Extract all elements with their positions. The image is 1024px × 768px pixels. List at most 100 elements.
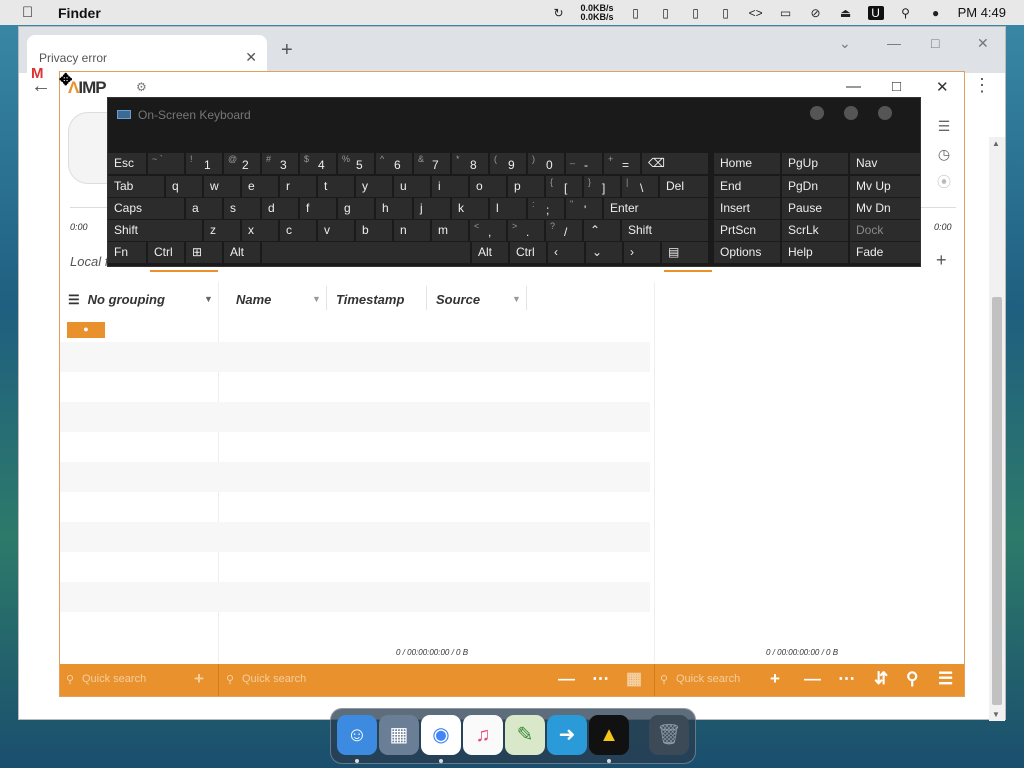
osk-maximize-icon[interactable] [844,106,858,120]
osk-close-icon[interactable] [878,106,892,120]
key-y[interactable]: y [356,176,392,197]
key-comma[interactable]: <, [470,220,506,241]
table-row[interactable] [60,402,650,432]
key-b[interactable]: b [356,220,392,241]
quick-search-input-1[interactable]: Quick search [82,673,146,685]
key-quote[interactable]: " ' [566,198,602,219]
radio-icon[interactable]: ⦿ [934,168,954,196]
trash-icon[interactable]: 🗑 [649,715,689,755]
key-slash[interactable]: ? / [546,220,582,241]
display-icon[interactable]: ▭ [778,6,794,20]
arrow-up-icon[interactable]: ⌃ [584,220,620,241]
more-menu-icon[interactable]: ⋮ [973,75,991,96]
key-0[interactable]: ) 0 [528,153,564,174]
key-end[interactable]: End [714,176,780,197]
key-space[interactable] [262,242,470,263]
grid-icon[interactable]: ▦ [626,669,642,689]
pane-divider-right[interactable] [654,282,655,662]
key-d[interactable]: d [262,198,298,219]
key-bracket-right[interactable]: }] [584,176,620,197]
key-tilde[interactable]: ~ ` [148,153,184,174]
equalizer-icon[interactable]: ☰ [934,112,954,140]
column-timestamp[interactable]: Timestamp [336,292,404,307]
key-caps[interactable]: Caps [108,198,184,219]
filter-icon[interactable]: ▼ [512,294,521,304]
scroll-thumb[interactable] [992,297,1002,705]
sort-icon[interactable]: ⇵ [874,669,888,689]
key-m[interactable]: m [432,220,468,241]
key-7[interactable]: & 7 [414,153,450,174]
close-tab-icon[interactable]: ✕ [245,49,257,66]
aimp-icon[interactable]: ▲ [589,715,629,755]
filter-icon[interactable]: ▼ [312,294,321,304]
refresh-icon[interactable]: ↻ [551,6,567,20]
key-ctrl-right[interactable]: Ctrl [510,242,546,263]
chevron-down-icon[interactable]: ▼ [204,294,213,304]
key-e[interactable]: e [242,176,278,197]
gear-icon[interactable]: ⚙ [136,80,147,94]
chrome-icon[interactable]: ◉ [421,715,461,755]
maximize-icon[interactable]: □ [931,35,939,51]
add-icon[interactable]: + [194,669,204,689]
key-6[interactable]: ^ 6 [376,153,412,174]
key-fade[interactable]: Fade [850,242,920,263]
key-backslash[interactable]: | \ [622,176,658,197]
arrow-down-icon[interactable]: ⌄ [586,242,622,263]
key-insert[interactable]: Insert [714,198,780,219]
key-h[interactable]: h [376,198,412,219]
aimp-minimize-icon[interactable]: — [846,78,861,95]
key-pause[interactable]: Pause [782,198,848,219]
table-row[interactable] [60,522,650,552]
sdcard-icon[interactable]: ▯ [658,6,674,20]
key-del[interactable]: Del [660,176,708,197]
key-8[interactable]: * 8 [452,153,488,174]
table-row[interactable] [60,432,650,462]
key-pgup[interactable]: PgUp [782,153,848,174]
osk-minimize-icon[interactable] [810,106,824,120]
backspace-icon[interactable]: ⌫ [642,153,708,174]
key-nav[interactable]: Nav [850,153,920,174]
menu-key-icon[interactable]: ▤ [662,242,708,263]
apple-icon[interactable]:  [22,4,42,21]
clock[interactable]: PM 4:49 [958,5,1006,20]
table-row[interactable] [60,372,650,402]
key-r[interactable]: r [280,176,316,197]
key-home[interactable]: Home [714,153,780,174]
control-center-icon[interactable]: ● [928,6,944,20]
column-divider[interactable] [326,286,327,310]
tab-privacy-error[interactable]: Privacy error ✕ [27,35,267,73]
grouping-selector[interactable]: ☰ No grouping ▼ [68,292,213,308]
table-row[interactable] [60,552,650,582]
key-minus[interactable]: _ - [566,153,602,174]
table-row[interactable] [60,462,650,492]
tab-local-files[interactable]: Local f [70,254,108,269]
key-1[interactable]: ! 1 [186,153,222,174]
key-5[interactable]: % 5 [338,153,374,174]
column-divider[interactable] [426,286,427,310]
phone-icon[interactable]: ▯ [688,6,704,20]
arrow-right-icon[interactable]: › [624,242,660,263]
clock-icon[interactable]: ◷ [934,140,954,168]
key-g[interactable]: g [338,198,374,219]
minimize-icon[interactable]: — [887,35,901,51]
search-icon[interactable]: ⚲ [898,6,914,20]
quick-search-input-2[interactable]: Quick search [242,673,306,685]
column-source[interactable]: Source [436,292,480,307]
key-equals[interactable]: + = [604,153,640,174]
key-help[interactable]: Help [782,242,848,263]
key-mv-up[interactable]: Mv Up [850,176,920,197]
group-chip[interactable]: ● [67,322,105,338]
eject-icon[interactable]: ⏏ [838,6,854,20]
table-row[interactable] [60,612,650,642]
key-tab[interactable]: Tab [108,176,164,197]
key-v[interactable]: v [318,220,354,241]
key-enter[interactable]: Enter [604,198,708,219]
phone-icon[interactable]: ▯ [628,6,644,20]
key-pgdn[interactable]: PgDn [782,176,848,197]
key-prtscn[interactable]: PrtScn [714,220,780,241]
quick-search-input-3[interactable]: Quick search [676,673,740,685]
key-u[interactable]: u [394,176,430,197]
key-n[interactable]: n [394,220,430,241]
launchpad-icon[interactable]: ▦ [379,715,419,755]
key-4[interactable]: $4 [300,153,336,174]
